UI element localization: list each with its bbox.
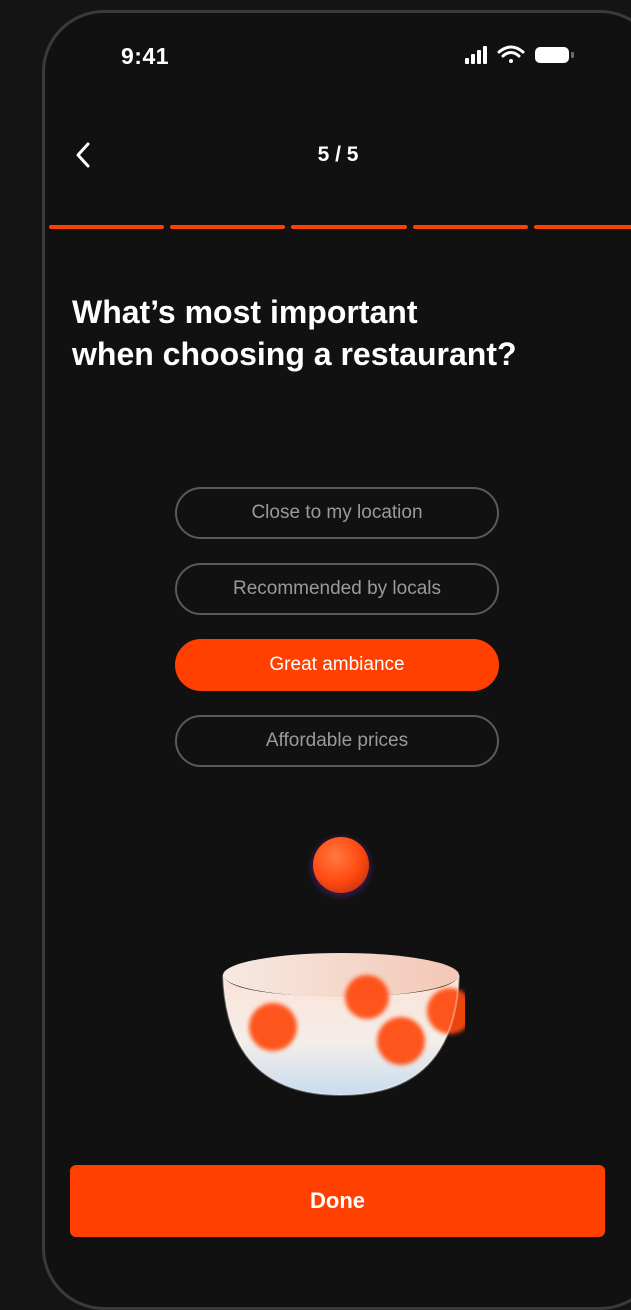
signal-icon	[465, 46, 487, 64]
progress-bar	[49, 225, 631, 229]
done-button[interactable]: Done	[70, 1165, 605, 1237]
question-title: What’s most important when choosing a re…	[72, 291, 612, 375]
status-time: 9:41	[121, 43, 170, 69]
options-list: Close to my location Recommended by loca…	[175, 487, 499, 791]
status-bar: 9:41	[45, 13, 631, 93]
status-icons	[465, 45, 574, 64]
progress-segment	[412, 225, 528, 229]
progress-segment	[170, 225, 286, 229]
question-line-1: What’s most important	[72, 294, 418, 330]
wifi-icon	[497, 45, 525, 63]
bowl-with-balls-icon	[222, 837, 465, 1097]
option-close-to-location[interactable]: Close to my location	[175, 487, 499, 539]
step-indicator: 5 / 5	[317, 143, 359, 166]
progress-segment	[291, 225, 407, 229]
top-nav: 5 / 5	[45, 133, 631, 193]
progress-segment	[533, 225, 631, 229]
option-great-ambiance[interactable]: Great ambiance	[175, 639, 499, 691]
option-affordable-prices[interactable]: Affordable prices	[175, 715, 499, 767]
battery-icon	[535, 47, 574, 63]
phone-frame: 9:41 5 / 5 What’s most important when ch…	[42, 10, 631, 1310]
progress-segment	[49, 225, 165, 229]
question-line-2: when choosing a restaurant?	[72, 336, 517, 372]
option-recommended-by-locals[interactable]: Recommended by locals	[175, 563, 499, 615]
